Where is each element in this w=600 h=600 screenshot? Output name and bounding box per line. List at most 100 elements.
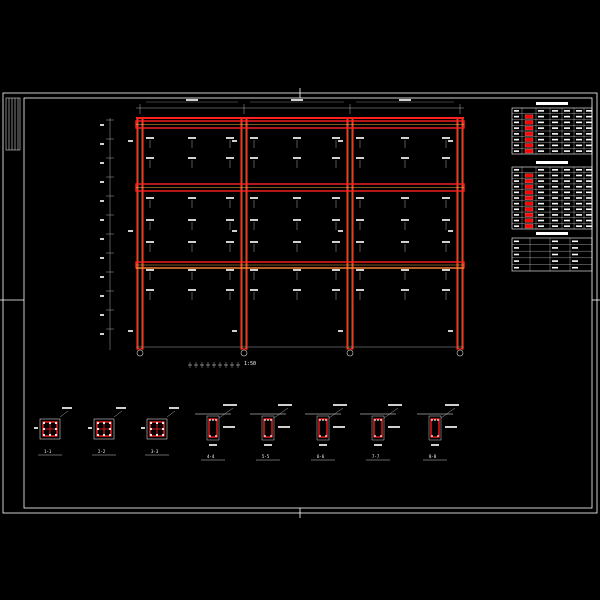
beam-section-bar — [209, 435, 211, 437]
rebar-annotation-text — [442, 289, 450, 291]
beam-section-note — [333, 404, 347, 406]
rebar-annotation-text — [250, 157, 258, 159]
rebar-annotation-text — [332, 219, 340, 221]
table-row-label — [514, 266, 519, 269]
rebar-annotation-text — [293, 197, 301, 199]
table-row-label — [514, 110, 519, 112]
rebar-annotation-text — [356, 197, 364, 199]
beam-section-leader — [440, 407, 456, 419]
column-tag-text — [338, 230, 343, 232]
beam-section-bar — [319, 435, 321, 437]
table-cell-text — [576, 219, 582, 222]
table-row-label — [514, 214, 519, 216]
table-cell-text — [538, 185, 544, 188]
rebar-annotation-text — [146, 157, 154, 159]
rebar-annotation-text — [293, 241, 301, 243]
column-section-bar — [48, 421, 52, 425]
beam-section-note — [278, 404, 292, 406]
table-cell-text — [552, 127, 558, 129]
beam-section-leader — [218, 407, 234, 419]
table-row-label — [514, 191, 519, 194]
column-section-dim-text — [141, 427, 145, 429]
column-section-label: 3-3 — [151, 449, 159, 454]
column-tag-text — [232, 230, 237, 232]
column-axis-bubble — [240, 349, 248, 357]
beam-section-leader — [383, 407, 399, 419]
left-dimension-text-mark — [100, 238, 104, 240]
column-section-leader — [59, 410, 69, 418]
table-row-label — [514, 253, 519, 256]
table-cell-text — [538, 174, 544, 177]
beam-section-side-note — [388, 426, 400, 428]
beam-section-bar — [270, 419, 272, 421]
table-cell-text — [576, 127, 582, 129]
left-dimension-text-mark — [100, 162, 104, 164]
table-cell-text — [586, 180, 592, 182]
table-cell-text — [538, 197, 544, 199]
table-cell-text — [538, 191, 544, 194]
rebar-annotation-text — [293, 157, 301, 159]
rebar-annotation-text — [442, 269, 450, 271]
table-cell-text — [538, 127, 544, 129]
table-cell-text — [576, 225, 582, 227]
column-section-bar — [108, 421, 112, 425]
table-cell-text — [564, 144, 570, 147]
frame-elevation — [100, 99, 465, 368]
table-row-label — [514, 174, 519, 177]
rebar-annotation-text — [226, 269, 234, 271]
section-details: 1-1 2-2 3-3 4-4 5-5 6-6 7-7 8-8 — [34, 404, 459, 461]
table-cell-text — [552, 197, 558, 199]
column-tag-text — [338, 330, 343, 332]
beam-section-bar — [322, 419, 324, 421]
table-cell-text — [552, 247, 558, 249]
table-cell-text — [538, 133, 544, 135]
table-title-mark — [536, 102, 568, 105]
rebar-annotation-text — [146, 137, 154, 139]
table-cell-text — [586, 185, 592, 188]
rebar-annotation-text — [146, 289, 154, 291]
rebar-annotation-text — [356, 219, 364, 221]
column-tag-text — [128, 230, 133, 232]
left-dimension-text-mark — [100, 143, 104, 145]
bay-dimension-text — [399, 99, 411, 101]
cad-drawing-canvas: 1-1 2-2 3-3 4-4 5-5 6-6 7-7 8-8 — [0, 88, 600, 518]
left-dimension-text-mark — [100, 314, 104, 316]
column-section-bar — [96, 433, 100, 437]
table-cell-text — [576, 133, 582, 135]
binding-strip — [5, 97, 21, 151]
table-cell-text — [552, 174, 558, 177]
column-section-leader — [113, 410, 123, 418]
table-section-sketch — [524, 137, 534, 142]
table-cell-text — [576, 180, 582, 182]
rebar-annotation-text — [356, 157, 364, 159]
table-section-sketch — [524, 131, 534, 136]
column-section-bar — [48, 433, 52, 437]
table-cell-text — [552, 214, 558, 216]
table-cell-text — [564, 174, 570, 177]
column-section-bar — [42, 421, 46, 425]
rebar-annotation-text — [293, 269, 301, 271]
table-cell-text — [586, 202, 592, 205]
outer-border — [2, 92, 598, 514]
table-cell-text — [564, 115, 570, 118]
table-cell-text — [576, 191, 582, 194]
column-section-bar — [42, 433, 46, 437]
column-section-bar — [102, 421, 106, 425]
column-tag-text — [338, 140, 343, 142]
rebar-annotation-text — [401, 219, 409, 221]
table-cell-text — [552, 133, 558, 135]
table-cell-text — [586, 208, 592, 211]
table-section-sketch — [524, 179, 534, 184]
rebar-annotation-text — [146, 241, 154, 243]
table-cell-text — [564, 138, 570, 141]
rebar-annotation-text — [332, 197, 340, 199]
beam-section-leader — [328, 407, 344, 419]
bay-dimension-text — [291, 99, 303, 101]
table-section-sketch — [524, 126, 534, 131]
table-cell-text — [564, 150, 570, 152]
table-cell-text — [586, 115, 592, 118]
rebar-annotation-text — [226, 289, 234, 291]
table-cell-text — [552, 138, 558, 141]
rebar-annotation-text — [250, 219, 258, 221]
column-section-bar — [161, 433, 165, 437]
